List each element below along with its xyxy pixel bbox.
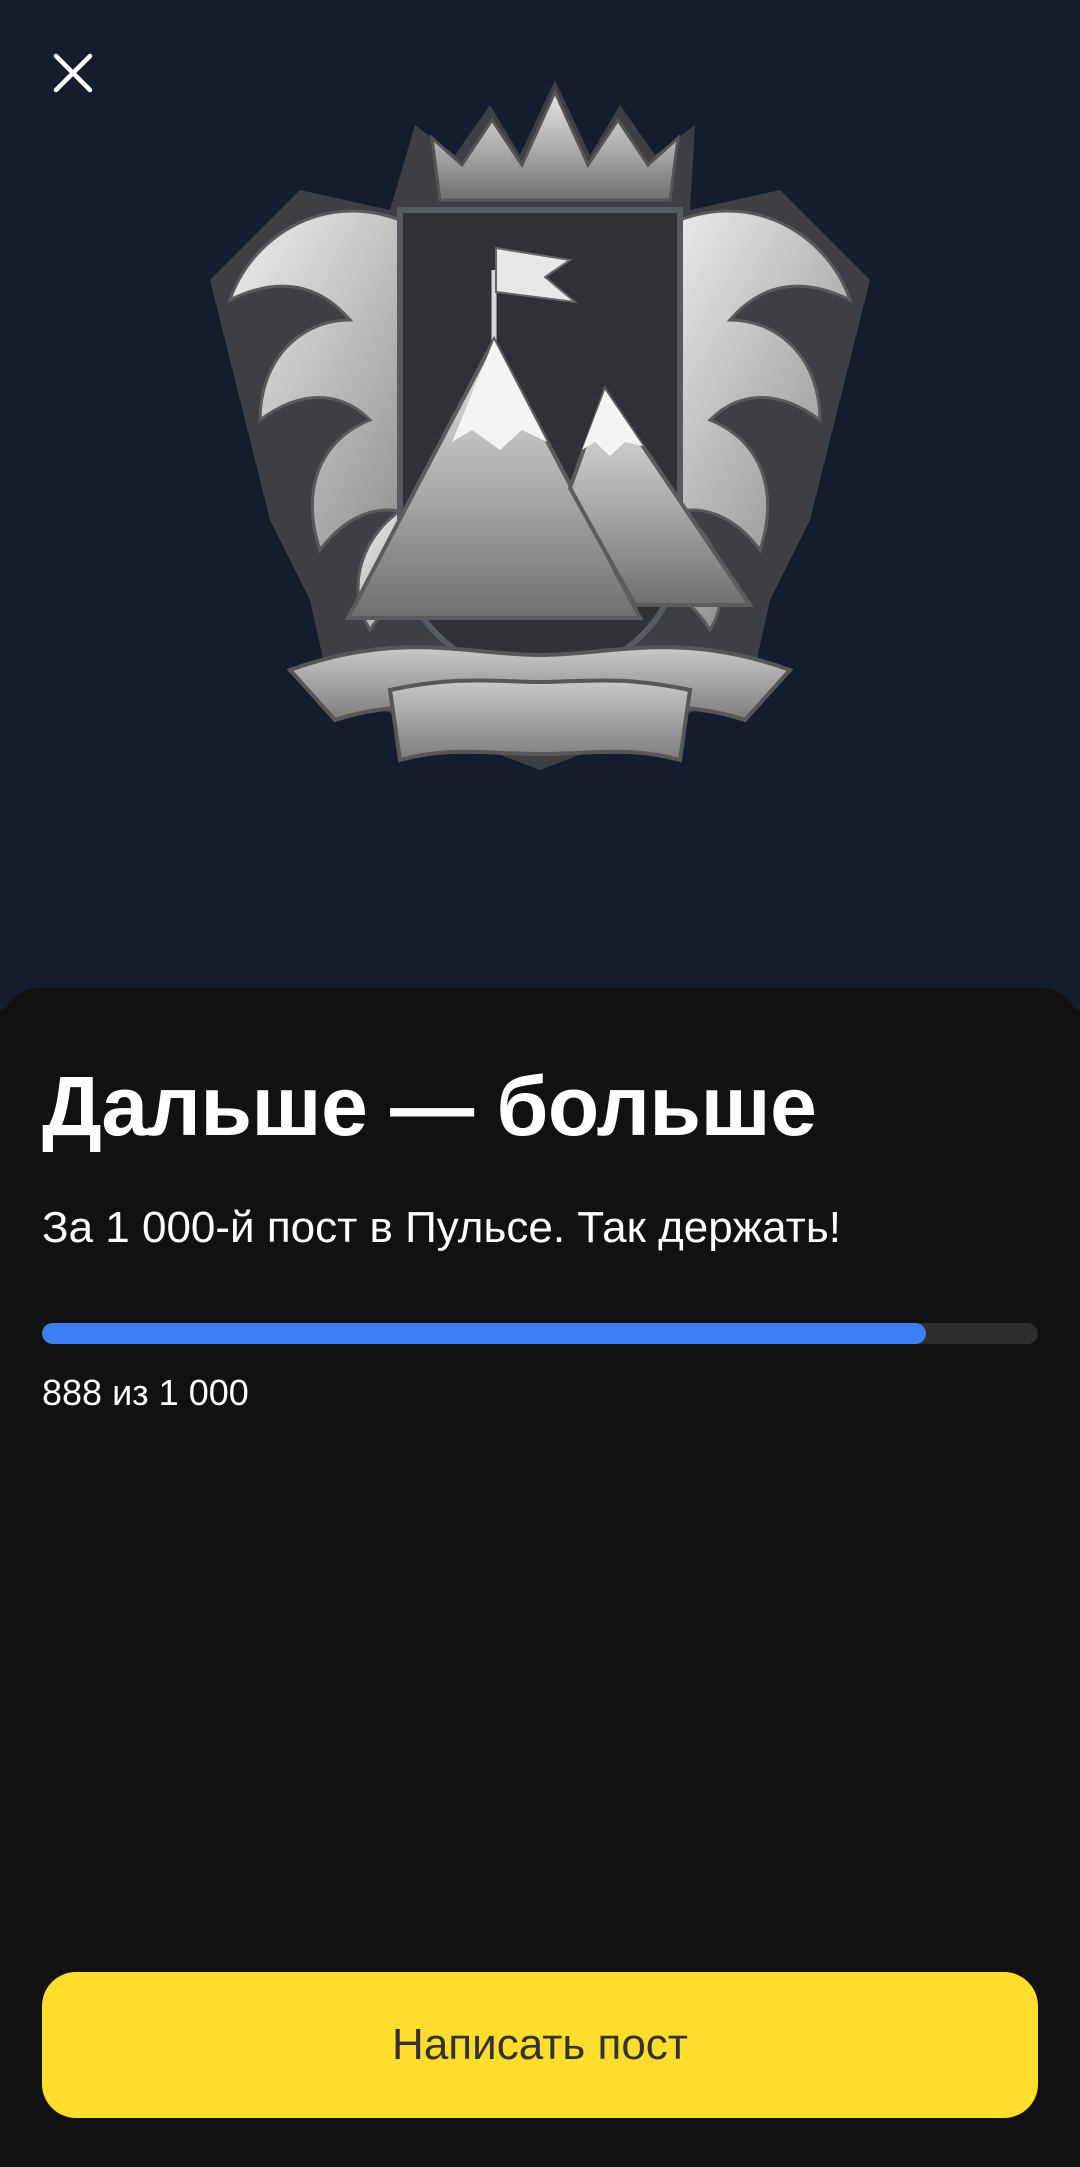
achievement-screen: Дальше — больше За 1 000-й пост в Пульсе…	[0, 0, 1080, 2167]
progress-bar	[42, 1323, 1038, 1344]
progress-label: 888 из 1 000	[42, 1372, 249, 1413]
close-icon	[53, 53, 93, 93]
progress-bar-fill	[42, 1323, 927, 1344]
write-post-button[interactable]: Написать пост	[42, 1972, 1038, 2118]
close-button[interactable]	[36, 36, 110, 110]
achievement-description: За 1 000-й пост в Пульсе. Так держать!	[42, 1203, 841, 1252]
hero-area	[0, 0, 1080, 1010]
mountain-crest-badge-icon	[210, 80, 870, 770]
achievement-title: Дальше — больше	[42, 1059, 817, 1153]
